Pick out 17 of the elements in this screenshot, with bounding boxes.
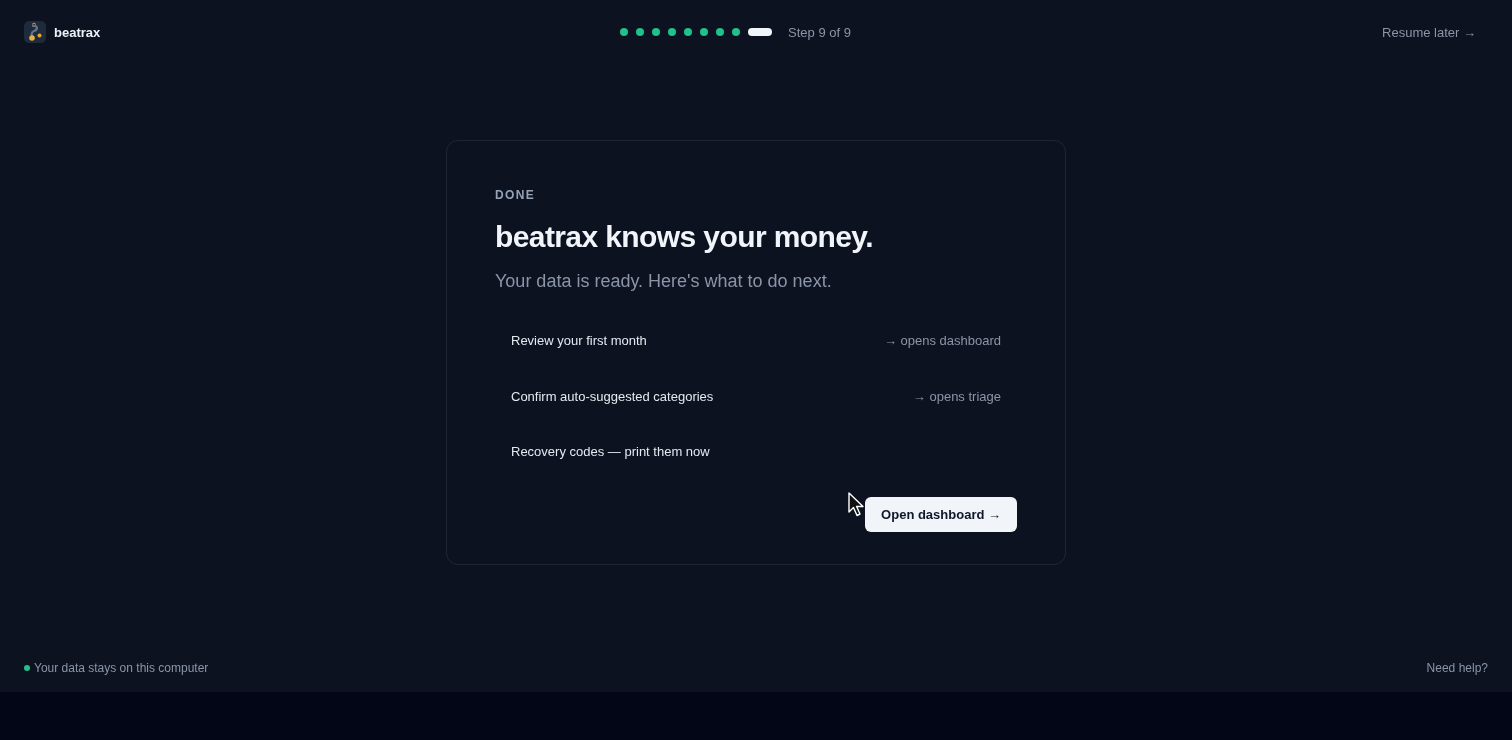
step-counter: Step 9 of 9 xyxy=(788,24,851,40)
need-help-link[interactable]: Need help? xyxy=(1426,661,1488,675)
open-dashboard-button[interactable]: Open dashboard → xyxy=(865,496,1017,532)
privacy-note: Your data stays on this computer xyxy=(34,661,209,675)
next-step-link[interactable]: Confirm auto-suggested categories xyxy=(511,388,714,404)
card-title: beatrax knows your money. xyxy=(495,219,874,255)
next-step-link[interactable]: Recovery codes — print them now xyxy=(511,444,710,460)
card-subtitle: Your data is ready. Here's what to do next. xyxy=(495,270,833,293)
brand-name: beatrax xyxy=(54,24,101,40)
eyebrow-label: DONE xyxy=(495,187,537,203)
next-step-hint: → opens dashboard xyxy=(883,333,1001,349)
logo-icon xyxy=(24,21,46,43)
next-step-hint: → opens triage xyxy=(912,388,1001,404)
status-dot-icon xyxy=(24,665,30,671)
resume-later-link[interactable]: Resume later → xyxy=(1382,24,1476,40)
mouse-pointer-icon xyxy=(848,491,866,517)
next-step-link[interactable]: Review your first month xyxy=(511,333,647,349)
